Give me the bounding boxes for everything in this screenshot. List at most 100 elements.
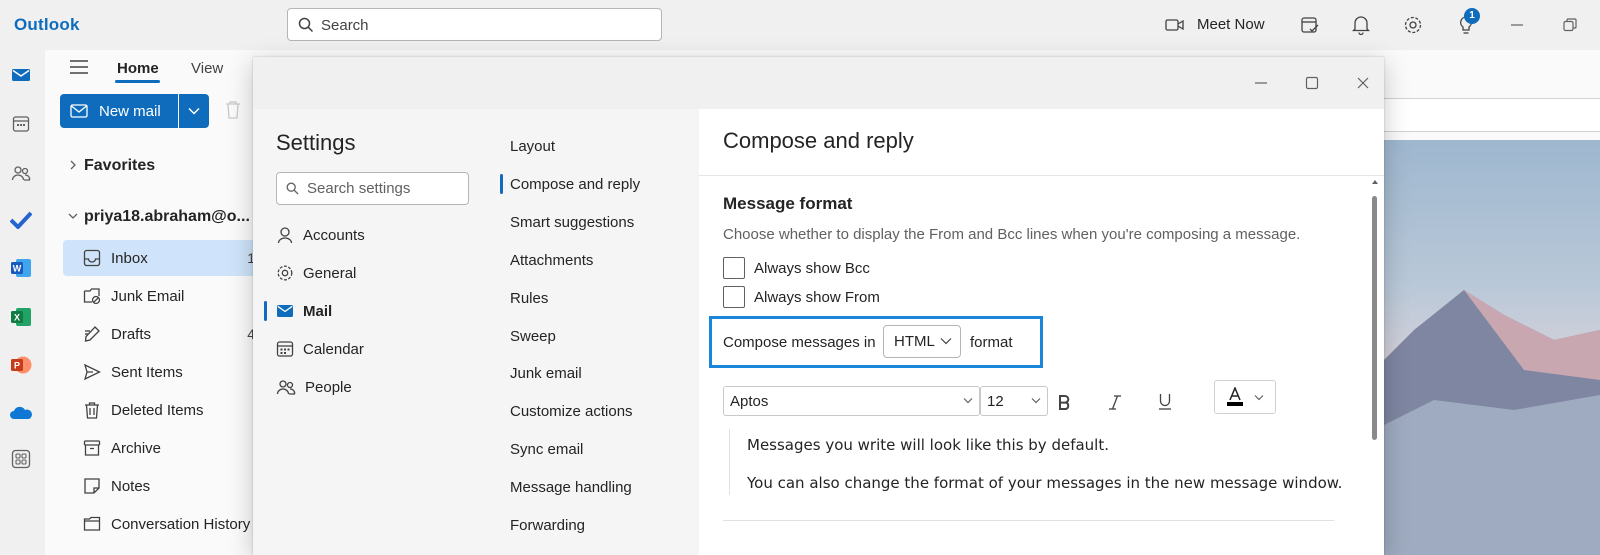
- folder-conversation-history[interactable]: Conversation History: [63, 506, 258, 542]
- svg-text:P: P: [14, 361, 20, 371]
- onedrive-icon[interactable]: [8, 400, 34, 426]
- tab-view[interactable]: View: [191, 60, 223, 77]
- subcategory-compose-and-reply[interactable]: Compose and reply: [510, 169, 690, 199]
- settings-dialog: Settings Accounts General Mail Calendar …: [253, 57, 1384, 555]
- font-name-dropdown[interactable]: Aptos: [723, 386, 980, 416]
- search-icon: [298, 17, 314, 33]
- always-show-bcc-checkbox[interactable]: [723, 257, 745, 279]
- inbox-icon: [83, 249, 101, 267]
- settings-search-box[interactable]: [276, 172, 469, 205]
- people-icon[interactable]: [8, 160, 34, 186]
- settings-search-input[interactable]: [307, 180, 462, 197]
- favorites-header[interactable]: Favorites: [84, 157, 155, 175]
- always-show-from-option[interactable]: Always show From: [723, 286, 880, 308]
- account-header[interactable]: priya18.abraham@o...: [84, 208, 250, 226]
- font-color-button[interactable]: [1214, 380, 1276, 414]
- category-accounts[interactable]: Accounts: [276, 217, 476, 253]
- preview-line-1: Messages you write will look like this b…: [747, 436, 1109, 454]
- category-people[interactable]: People: [276, 369, 476, 405]
- section-description: Choose whether to display the From and B…: [723, 226, 1301, 243]
- folder-notes[interactable]: Notes: [63, 468, 258, 504]
- selected-subcategory-indicator: [500, 174, 503, 194]
- subcategory-smart-suggestions[interactable]: Smart suggestions: [510, 207, 690, 237]
- mail-icon[interactable]: [8, 62, 34, 88]
- font-name-value: Aptos: [730, 392, 769, 410]
- dialog-maximize-icon[interactable]: [1302, 73, 1322, 93]
- message-format-value: HTML: [894, 333, 935, 350]
- excel-icon[interactable]: X: [8, 304, 34, 330]
- subcategory-sweep[interactable]: Sweep: [510, 321, 690, 351]
- notes-icon: [83, 477, 101, 495]
- always-show-bcc-label[interactable]: Always show Bcc: [754, 260, 870, 277]
- preview-line-2: You can also change the format of your m…: [747, 474, 1343, 492]
- folder-drafts[interactable]: Drafts 4: [63, 316, 258, 352]
- notifications-icon[interactable]: [1349, 13, 1373, 37]
- notification-badge: 1: [1464, 8, 1480, 24]
- todo-icon[interactable]: [8, 207, 34, 233]
- dialog-close-icon[interactable]: [1353, 73, 1373, 93]
- subcategory-layout[interactable]: Layout: [510, 131, 690, 161]
- hamburger-menu-icon[interactable]: [68, 58, 90, 76]
- favorites-chevron-icon[interactable]: [69, 159, 77, 171]
- folder-junk-email[interactable]: Junk Email: [63, 278, 258, 314]
- scroll-up-arrow-icon[interactable]: [1371, 179, 1379, 185]
- new-mail-button[interactable]: New mail: [60, 94, 178, 128]
- folder-archive[interactable]: Archive: [63, 430, 258, 466]
- folder-label: Drafts: [111, 325, 152, 343]
- search-input[interactable]: [321, 15, 641, 35]
- meet-now-icon[interactable]: [1163, 13, 1187, 37]
- junk-icon: [83, 287, 101, 305]
- message-format-dropdown[interactable]: HTML: [883, 325, 961, 358]
- tab-home-indicator: [115, 80, 160, 83]
- category-general[interactable]: General: [276, 255, 476, 291]
- title-divider: [699, 175, 1384, 176]
- underline-button[interactable]: [1151, 389, 1179, 415]
- subcategory-forwarding[interactable]: Forwarding: [510, 510, 690, 540]
- always-show-from-label[interactable]: Always show From: [754, 289, 880, 306]
- subcategory-rules[interactable]: Rules: [510, 283, 690, 313]
- section-divider: [723, 520, 1334, 521]
- subcategory-attachments[interactable]: Attachments: [510, 245, 690, 275]
- selected-category-indicator: [264, 301, 267, 321]
- powerpoint-icon[interactable]: P: [8, 352, 34, 378]
- restore-icon[interactable]: [1558, 13, 1582, 37]
- delete-icon[interactable]: [224, 100, 242, 120]
- always-show-from-checkbox[interactable]: [723, 286, 745, 308]
- chevron-down-icon: [1254, 394, 1264, 401]
- font-size-dropdown[interactable]: 12: [980, 386, 1048, 416]
- account-chevron-icon[interactable]: [67, 212, 79, 220]
- settings-icon[interactable]: [1401, 13, 1425, 37]
- search-box[interactable]: [287, 8, 662, 41]
- scrollbar-thumb[interactable]: [1372, 196, 1377, 440]
- mail-icon: [276, 303, 294, 319]
- tab-home[interactable]: Home: [117, 60, 159, 77]
- folder-sent-items[interactable]: Sent Items: [63, 354, 258, 390]
- app-title[interactable]: Outlook: [14, 15, 80, 35]
- italic-button[interactable]: [1101, 389, 1129, 415]
- category-mail[interactable]: Mail: [276, 293, 476, 329]
- underline-icon: [1158, 393, 1172, 411]
- new-mail-dropdown-button[interactable]: [179, 94, 209, 128]
- folder-label: Sent Items: [111, 363, 183, 381]
- deleted-icon: [83, 401, 101, 419]
- bold-button[interactable]: [1050, 389, 1078, 415]
- folder-inbox[interactable]: Inbox 1: [63, 240, 258, 276]
- word-icon[interactable]: W: [8, 255, 34, 281]
- bold-icon: [1057, 394, 1071, 410]
- svg-text:X: X: [14, 313, 20, 323]
- always-show-bcc-option[interactable]: Always show Bcc: [723, 257, 870, 279]
- subcategory-junk-email[interactable]: Junk email: [510, 358, 690, 388]
- more-apps-icon[interactable]: [8, 446, 34, 472]
- my-day-icon[interactable]: [1298, 13, 1322, 37]
- page-title: Compose and reply: [723, 128, 914, 153]
- minimize-icon[interactable]: [1505, 13, 1529, 37]
- subcategory-message-handling[interactable]: Message handling: [510, 472, 690, 502]
- sent-icon: [83, 363, 101, 381]
- subcategory-sync-email[interactable]: Sync email: [510, 434, 690, 464]
- category-calendar[interactable]: Calendar: [276, 331, 476, 367]
- folder-deleted-items[interactable]: Deleted Items: [63, 392, 258, 428]
- subcategory-customize-actions[interactable]: Customize actions: [510, 396, 690, 426]
- meet-now-label[interactable]: Meet Now: [1197, 16, 1265, 33]
- dialog-minimize-icon[interactable]: [1251, 73, 1271, 93]
- calendar-icon[interactable]: [8, 111, 34, 137]
